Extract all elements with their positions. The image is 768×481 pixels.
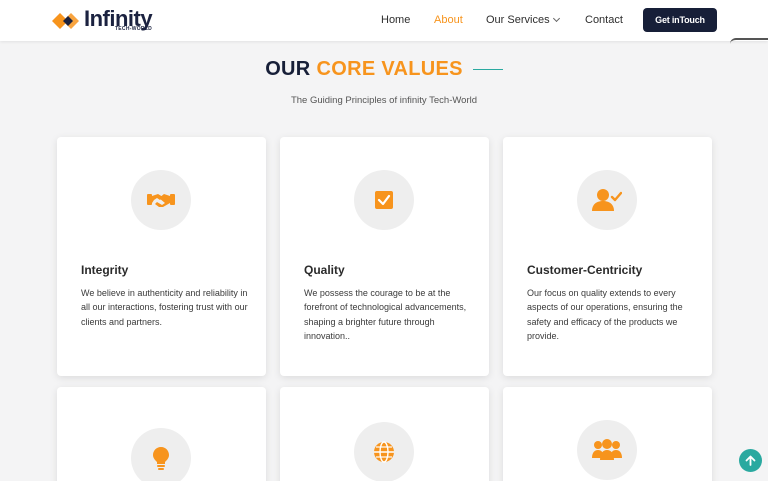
card-description: We believe in authenticity and reliabili…	[81, 288, 248, 327]
chevron-down-icon	[552, 14, 560, 23]
nav-item-contact[interactable]: Contact	[585, 14, 623, 26]
value-card-teamwork	[503, 387, 712, 481]
nav-item-about[interactable]: About	[434, 14, 463, 26]
heading-title-dark: OUR	[265, 58, 311, 80]
arrow-up-icon	[745, 455, 756, 466]
navbar: Infinity TECH-WORLD Home About Our Servi…	[0, 0, 768, 41]
card-title: Quality	[304, 263, 345, 277]
icon-circle	[354, 422, 414, 481]
value-card-quality: Quality We possess the courage to be at …	[280, 137, 489, 376]
card-description: We possess the courage to be at the fore…	[304, 288, 467, 341]
card-title: Integrity	[81, 263, 129, 277]
get-in-touch-button[interactable]: Get inTouch	[643, 8, 717, 32]
heading-divider	[472, 69, 503, 70]
decorative-curve	[730, 38, 768, 44]
value-card-innovation	[57, 387, 266, 481]
user-check-icon	[592, 189, 622, 211]
card-title: Customer-Centricity	[527, 263, 643, 277]
scroll-to-top-button[interactable]	[739, 449, 762, 472]
globe-icon	[374, 441, 394, 463]
icon-circle	[577, 420, 637, 480]
section-subtitle: The Guiding Principles of infinity Tech-…	[290, 95, 478, 106]
icon-circle	[354, 170, 414, 230]
value-card-customer-centricity: Customer-Centricity Our focus on quality…	[503, 137, 712, 376]
heading-title-accent: CORE VALUES	[316, 58, 463, 80]
checkbox-icon	[375, 191, 393, 209]
lightbulb-icon	[153, 447, 169, 470]
nav-item-our-services-label: Our Services	[486, 14, 550, 26]
handshake-icon	[147, 194, 175, 207]
icon-circle	[131, 170, 191, 230]
value-card-integrity: Integrity We believe in authenticity and…	[57, 137, 266, 376]
users-icon	[592, 439, 622, 460]
nav-item-our-services[interactable]: Our Services	[486, 14, 560, 26]
value-card-global	[280, 387, 489, 481]
section-heading: OUR CORE VALUES	[0, 58, 768, 81]
icon-circle	[577, 170, 637, 230]
icon-circle	[131, 428, 191, 481]
nav-item-home[interactable]: Home	[381, 14, 410, 26]
card-description: Our focus on quality extends to every as…	[527, 288, 683, 341]
